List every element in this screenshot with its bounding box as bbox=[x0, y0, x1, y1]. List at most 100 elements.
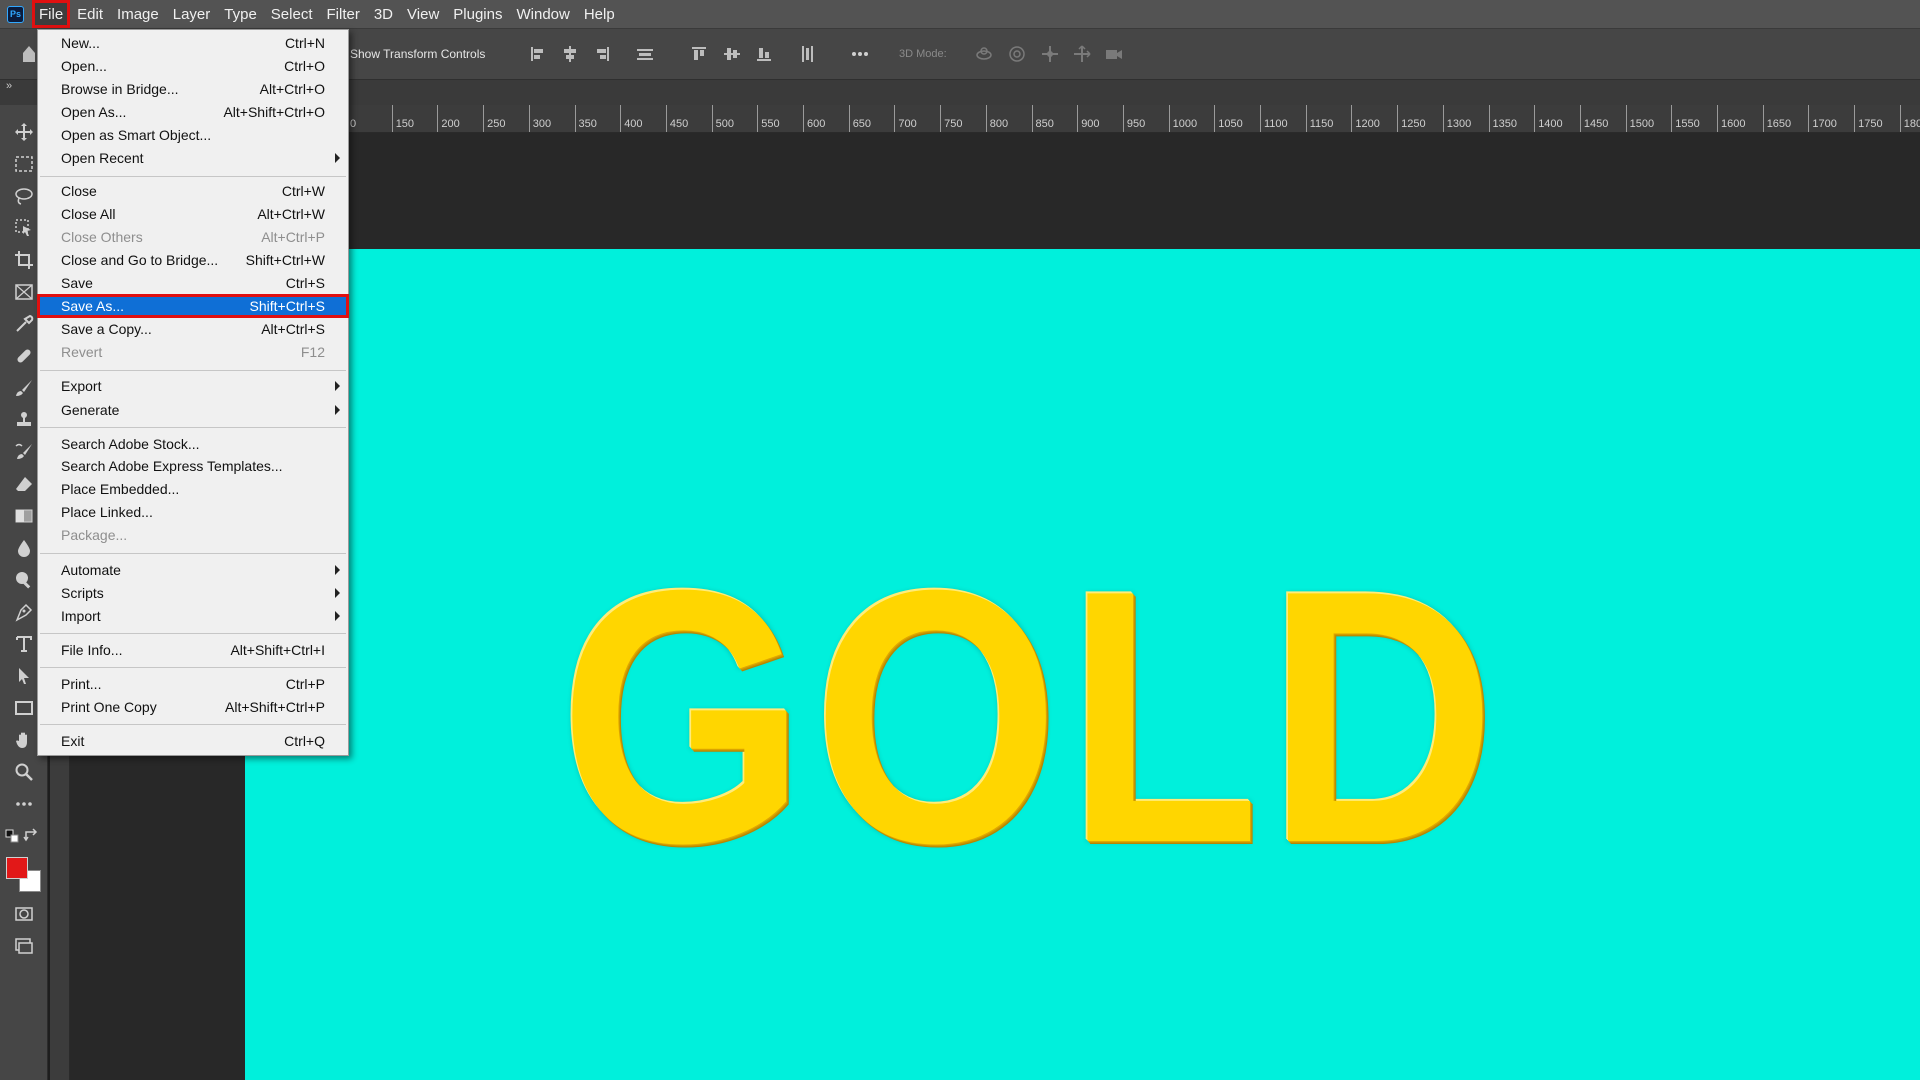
3d-camera-icon[interactable] bbox=[1104, 44, 1124, 64]
blur-tool-icon[interactable] bbox=[10, 535, 38, 561]
menu-separator bbox=[40, 427, 346, 428]
more-options-icon[interactable] bbox=[850, 44, 870, 64]
menu-item-close[interactable]: Close Ctrl+W bbox=[38, 180, 348, 202]
type-tool-icon[interactable] bbox=[10, 631, 38, 657]
default-colors-icon[interactable] bbox=[2, 823, 22, 849]
expand-panels-icon[interactable]: » bbox=[6, 80, 12, 92]
menu-window[interactable]: Window bbox=[509, 0, 576, 28]
menu-item-export[interactable]: Export bbox=[38, 375, 348, 397]
lasso-tool-icon[interactable] bbox=[10, 183, 38, 209]
ruler-tick-label: 800 bbox=[989, 118, 1009, 130]
path-select-icon[interactable] bbox=[10, 663, 38, 689]
menu-item-open-smart-object[interactable]: Open as Smart Object... bbox=[38, 124, 348, 146]
photoshop-logo-icon: Ps bbox=[7, 5, 24, 23]
pen-tool-icon[interactable] bbox=[10, 599, 38, 625]
menu-edit[interactable]: Edit bbox=[70, 0, 110, 28]
3d-slide-icon[interactable] bbox=[1072, 44, 1092, 64]
align-bottom-icon[interactable] bbox=[754, 44, 774, 64]
history-brush-icon[interactable] bbox=[10, 439, 38, 465]
menu-view[interactable]: View bbox=[400, 0, 446, 28]
menu-item-search-express-templates[interactable]: Search Adobe Express Templates... bbox=[38, 455, 348, 477]
ruler-tick-label: 1350 bbox=[1492, 118, 1517, 130]
eyedropper-tool-icon[interactable] bbox=[10, 311, 38, 337]
align-top-icon[interactable] bbox=[689, 44, 709, 64]
menu-image[interactable]: Image bbox=[110, 0, 166, 28]
distribute-icon[interactable] bbox=[635, 44, 655, 64]
move-tool-icon[interactable] bbox=[10, 119, 38, 145]
quick-mask-icon[interactable] bbox=[10, 901, 38, 927]
object-select-tool-icon[interactable] bbox=[10, 215, 38, 241]
rectangle-tool-icon[interactable] bbox=[10, 695, 38, 721]
menu-item-place-embedded[interactable]: Place Embedded... bbox=[38, 478, 348, 500]
screen-mode-icon[interactable] bbox=[10, 933, 38, 959]
align-right-icon[interactable] bbox=[592, 44, 612, 64]
menu-item-print[interactable]: Print... Ctrl+P bbox=[38, 673, 348, 695]
distribute-vertical-icon[interactable] bbox=[797, 44, 817, 64]
show-transform-controls-label[interactable]: Show Transform Controls bbox=[350, 47, 485, 61]
ruler-tick-label: 600 bbox=[807, 118, 826, 130]
3d-orbit-icon[interactable] bbox=[974, 44, 994, 64]
ruler-tick: 150 bbox=[391, 105, 414, 132]
menu-item-print-one-copy[interactable]: Print One Copy Alt+Shift+Ctrl+P bbox=[38, 696, 348, 718]
menu-select[interactable]: Select bbox=[264, 0, 320, 28]
more-tools-icon[interactable] bbox=[10, 791, 38, 817]
crop-tool-icon[interactable] bbox=[10, 247, 38, 273]
ruler-tick-label: 1300 bbox=[1446, 118, 1472, 130]
hand-tool-icon[interactable] bbox=[10, 727, 38, 753]
ruler-tick: 1150 bbox=[1305, 105, 1333, 132]
menu-item-close-all[interactable]: Close All Alt+Ctrl+W bbox=[38, 203, 348, 225]
ruler-tick-label: 0 bbox=[350, 118, 357, 130]
gradient-tool-icon[interactable] bbox=[10, 503, 38, 529]
ruler-tick-label: 1750 bbox=[1858, 118, 1883, 130]
3d-roll-icon[interactable] bbox=[1007, 44, 1027, 64]
menu-item-open[interactable]: Open... Ctrl+O bbox=[38, 55, 348, 77]
menu-item-package: Package... bbox=[61, 527, 128, 543]
swap-colors-icon[interactable] bbox=[22, 823, 42, 849]
menu-item-open-as[interactable]: Open As... Alt+Shift+Ctrl+O bbox=[38, 101, 348, 123]
foreground-color-swatch[interactable] bbox=[6, 857, 28, 879]
frame-tool-icon[interactable] bbox=[10, 279, 38, 305]
menu-item-place-linked[interactable]: Place Linked... bbox=[38, 501, 348, 523]
menu-item-save-a-copy[interactable]: Save a Copy... Alt+Ctrl+S bbox=[38, 318, 348, 340]
ruler-tick: 1600 bbox=[1717, 105, 1745, 132]
align-left-icon[interactable] bbox=[528, 44, 548, 64]
menu-help[interactable]: Help bbox=[577, 0, 622, 28]
home-icon[interactable] bbox=[22, 45, 36, 63]
menu-file[interactable]: File bbox=[32, 0, 71, 28]
ruler-tick-label: 550 bbox=[761, 118, 780, 130]
menu-item-generate[interactable]: Generate bbox=[38, 399, 348, 421]
marquee-tool-icon[interactable] bbox=[10, 151, 38, 177]
ruler-tick: 250 bbox=[483, 105, 505, 132]
menu-item-file-info[interactable]: File Info... Alt+Shift+Ctrl+I bbox=[38, 639, 348, 661]
dodge-tool-icon[interactable] bbox=[10, 567, 38, 593]
document-canvas[interactable]: GOLD bbox=[245, 249, 1920, 1080]
ruler-tick: 300 bbox=[528, 105, 551, 132]
eraser-tool-icon[interactable] bbox=[10, 471, 38, 497]
healing-brush-icon[interactable] bbox=[10, 343, 38, 369]
align-center-icon[interactable] bbox=[560, 44, 580, 64]
menu-item-import[interactable]: Import bbox=[38, 605, 348, 627]
ruler-tick: 700 bbox=[894, 105, 917, 132]
menu-item-save-as[interactable]: Save As... Shift+Ctrl+S bbox=[37, 294, 349, 318]
align-middle-icon[interactable] bbox=[722, 44, 742, 64]
menu-item-search-adobe-stock[interactable]: Search Adobe Stock... bbox=[38, 433, 348, 455]
menu-item-open-recent[interactable]: Open Recent bbox=[38, 147, 348, 169]
menu-item-new[interactable]: New... Ctrl+N bbox=[38, 32, 348, 54]
clone-stamp-icon[interactable] bbox=[10, 407, 38, 433]
menu-layer[interactable]: Layer bbox=[166, 0, 218, 28]
menu-item-close-go-to-bridge[interactable]: Close and Go to Bridge... Shift+Ctrl+W bbox=[38, 249, 348, 271]
menu-item-automate[interactable]: Automate bbox=[38, 559, 348, 581]
brush-tool-icon[interactable] bbox=[10, 375, 38, 401]
menu-item-browse-in-bridge[interactable]: Browse in Bridge... Alt+Ctrl+O bbox=[38, 78, 348, 100]
menu-plugins[interactable]: Plugins bbox=[446, 0, 509, 28]
zoom-tool-icon[interactable] bbox=[10, 759, 38, 785]
menu-type[interactable]: Type bbox=[217, 0, 264, 28]
menu-item-exit[interactable]: Exit Ctrl+Q bbox=[38, 730, 348, 752]
menu-3d[interactable]: 3D bbox=[367, 0, 400, 28]
menu-filter[interactable]: Filter bbox=[320, 0, 367, 28]
menu-item-save[interactable]: Save Ctrl+S bbox=[38, 272, 348, 294]
menu-item-scripts[interactable]: Scripts bbox=[38, 582, 348, 604]
3d-pan-icon[interactable] bbox=[1040, 44, 1060, 64]
ruler-tick: 1300 bbox=[1442, 105, 1471, 132]
photoshop-window: Ps File Edit Image Layer Type Select Fil… bbox=[0, 0, 1920, 1080]
